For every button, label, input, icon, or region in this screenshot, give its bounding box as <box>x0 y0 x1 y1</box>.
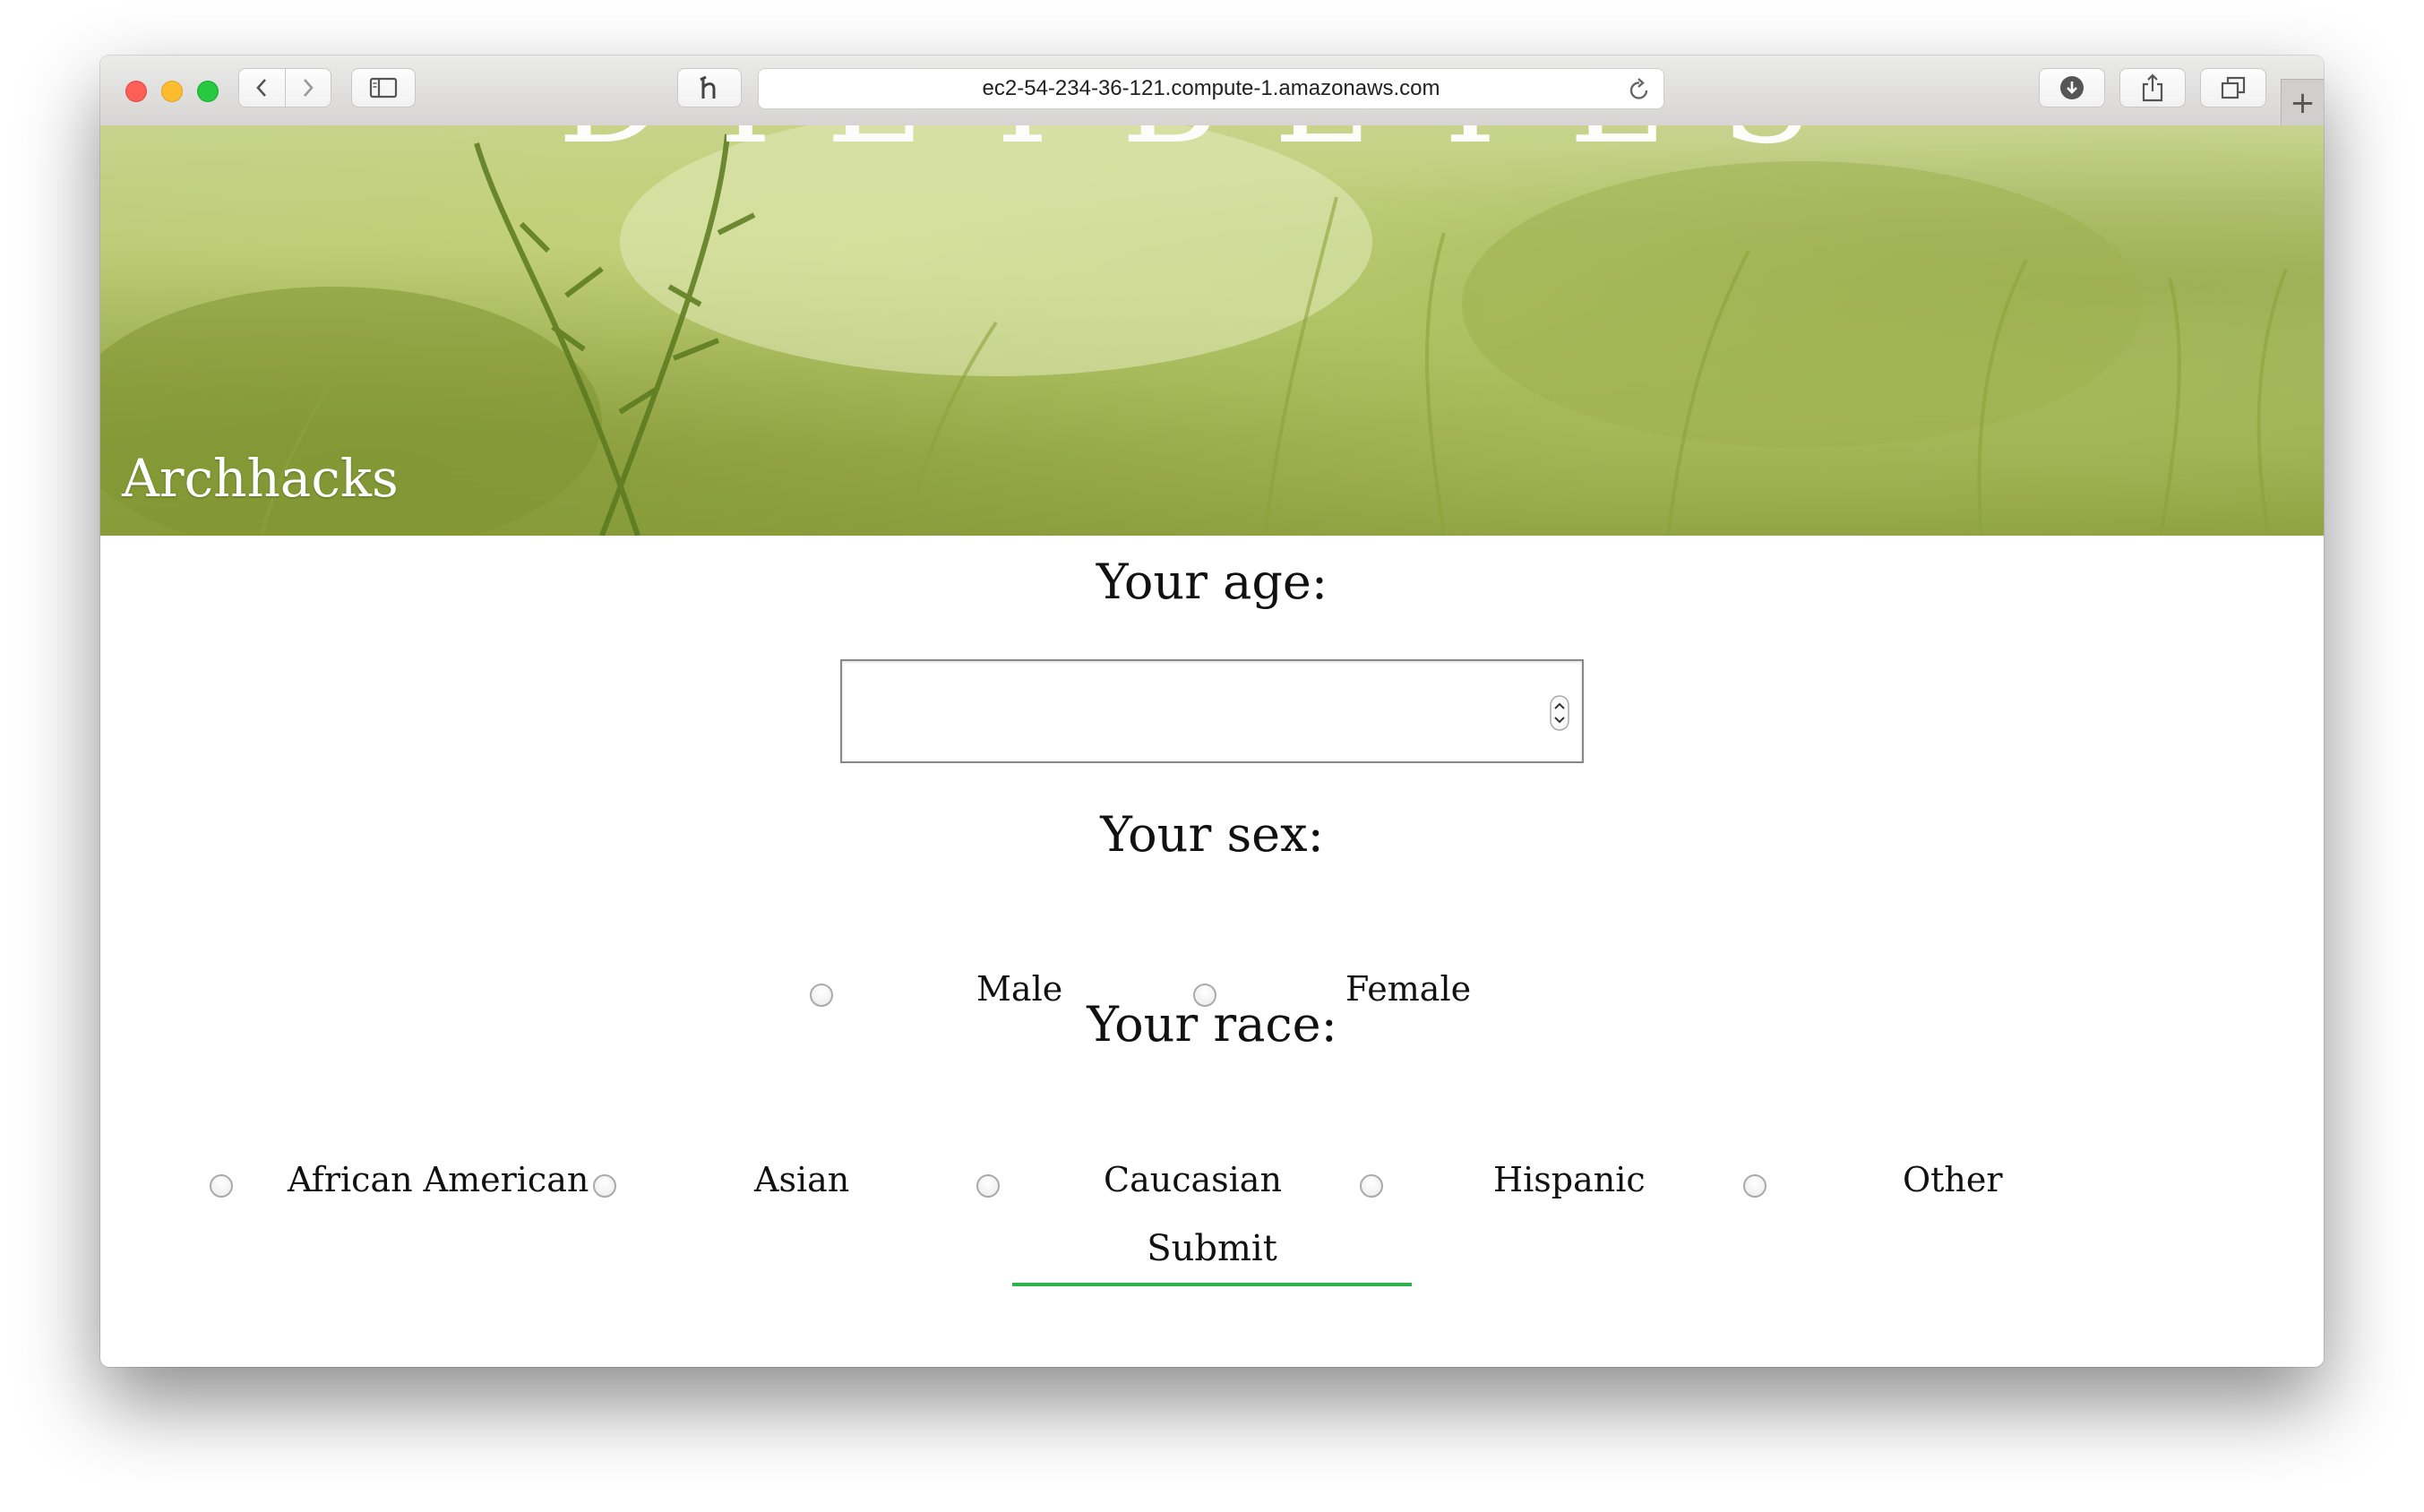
url-text: ec2-54-234-36-121.compute-1.amazonaws.co… <box>982 76 1440 100</box>
tab-overview-button[interactable] <box>2200 68 2266 107</box>
close-window-button[interactable] <box>125 81 147 102</box>
download-icon <box>2060 76 2084 99</box>
tabs-icon <box>2221 76 2246 99</box>
browser-window: ec2-54-234-36-121.compute-1.amazonaws.co… <box>100 56 2324 1367</box>
submit-button[interactable]: Submit <box>1012 1222 1412 1286</box>
history-nav <box>238 68 331 107</box>
race-asian-radio[interactable] <box>593 1174 616 1198</box>
chevron-left-icon <box>256 79 267 97</box>
number-stepper-icon[interactable] <box>1550 695 1569 731</box>
extension-button[interactable] <box>677 68 742 107</box>
brand-logo-text[interactable]: Archhacks <box>122 448 399 509</box>
back-button[interactable] <box>239 69 285 107</box>
race-asian-label: Asian <box>754 1160 850 1199</box>
share-icon <box>2142 73 2163 102</box>
race-african-american-radio[interactable] <box>210 1174 233 1198</box>
race-other-label: Other <box>1903 1160 2003 1199</box>
browser-toolbar: ec2-54-234-36-121.compute-1.amazonaws.co… <box>100 56 2324 126</box>
race-label: Your race: <box>1087 996 1337 1052</box>
honey-extension-icon <box>700 75 716 99</box>
minimize-window-button[interactable] <box>161 81 183 102</box>
chevron-right-icon <box>303 79 314 97</box>
forward-button[interactable] <box>284 69 331 107</box>
zoom-window-button[interactable] <box>197 81 219 102</box>
hero-title: DIETBETES <box>100 125 2324 174</box>
race-hispanic-radio[interactable] <box>1360 1174 1383 1198</box>
race-hispanic-label: Hispanic <box>1493 1160 1646 1199</box>
race-caucasian-label: Caucasian <box>1104 1160 1282 1199</box>
reload-icon[interactable] <box>1628 77 1651 102</box>
grass-background-image <box>100 125 2288 536</box>
race-other-radio[interactable] <box>1743 1174 1766 1198</box>
race-caucasian-radio[interactable] <box>976 1174 1000 1198</box>
sex-label: Your sex: <box>1100 806 1324 863</box>
downloads-button[interactable] <box>2039 68 2105 107</box>
hero-banner: DIETBETES Archhacks <box>100 125 2324 536</box>
share-button[interactable] <box>2119 68 2186 107</box>
sidebar-button[interactable] <box>351 68 416 107</box>
sidebar-icon <box>369 77 398 99</box>
new-tab-button[interactable]: + <box>2281 79 2324 125</box>
age-input[interactable] <box>840 659 1584 763</box>
age-label: Your age: <box>1096 554 1328 610</box>
race-african-american-label: African American <box>288 1160 589 1199</box>
address-bar[interactable]: ec2-54-234-36-121.compute-1.amazonaws.co… <box>758 68 1664 109</box>
